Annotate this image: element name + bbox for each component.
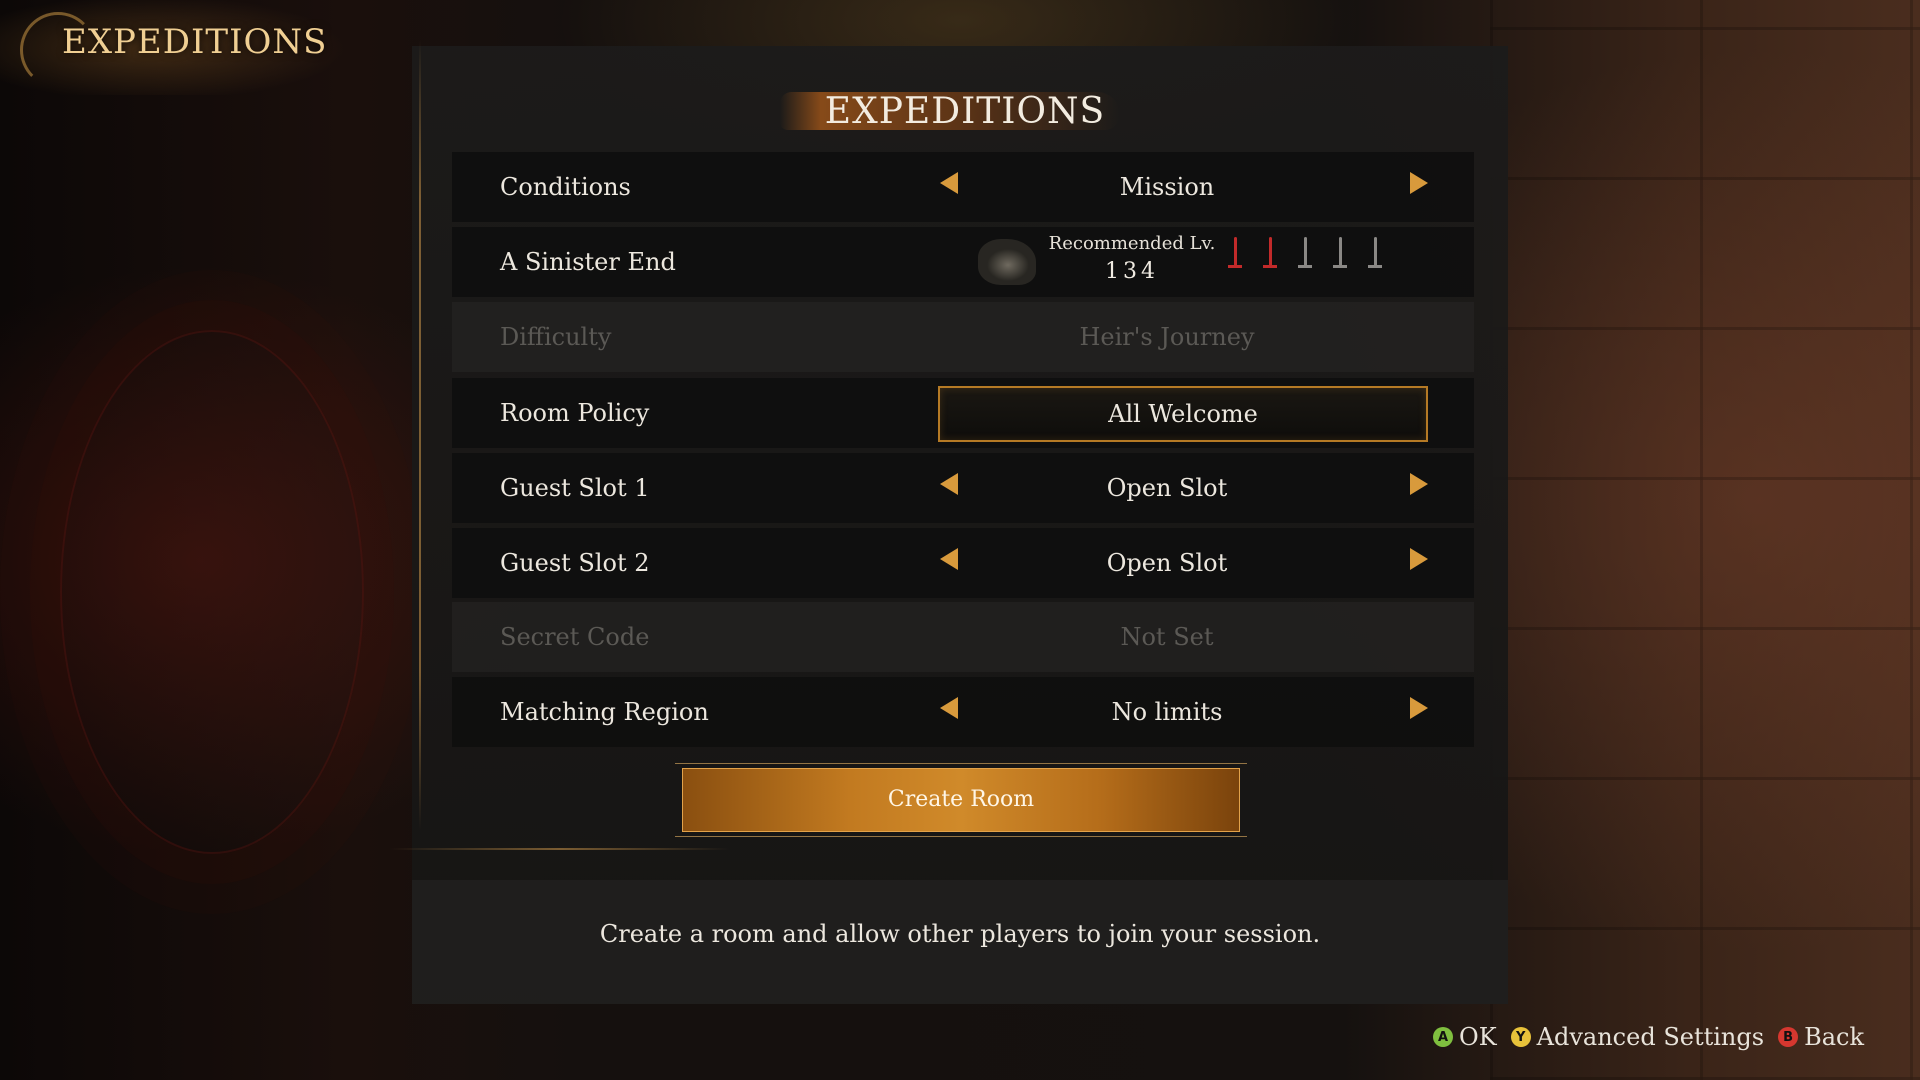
arrow-right-icon[interactable] bbox=[1410, 473, 1428, 495]
mission-icon bbox=[978, 239, 1036, 285]
matching-region-row[interactable]: Matching Region No limits bbox=[452, 677, 1474, 747]
a-button-icon: A bbox=[1433, 1027, 1454, 1047]
room-policy-row[interactable]: Room Policy All Welcome bbox=[452, 378, 1474, 448]
matching-region-label: Matching Region bbox=[500, 698, 709, 726]
guest-slot-2-row[interactable]: Guest Slot 2 Open Slot bbox=[452, 528, 1474, 598]
advanced-settings-label: Advanced Settings bbox=[1536, 1023, 1765, 1051]
back-label: Back bbox=[1804, 1023, 1864, 1051]
arrow-right-icon[interactable] bbox=[1410, 548, 1428, 570]
stone-wall-background bbox=[1490, 0, 1920, 1080]
conditions-label: Conditions bbox=[500, 173, 631, 201]
ok-label: OK bbox=[1459, 1023, 1497, 1051]
difficulty-label: Difficulty bbox=[500, 323, 612, 351]
back-hint[interactable]: B Back bbox=[1778, 1023, 1864, 1051]
recommended-level-value: 134 bbox=[1105, 259, 1159, 284]
room-policy-label: Room Policy bbox=[500, 399, 650, 427]
guest-slot-1-value: Open Slot bbox=[1106, 474, 1228, 502]
secret-code-row: Secret Code Not Set bbox=[452, 602, 1474, 672]
secret-code-value: Not Set bbox=[1120, 623, 1214, 651]
difficulty-sword-icon bbox=[1368, 237, 1382, 273]
button-hints: A OK Y Advanced Settings B Back bbox=[1433, 1020, 1864, 1054]
description-text: Create a room and allow other players to… bbox=[599, 920, 1321, 948]
panel-frame-line bbox=[390, 848, 730, 850]
arrow-right-icon[interactable] bbox=[1410, 697, 1428, 719]
advanced-settings-hint[interactable]: Y Advanced Settings bbox=[1510, 1023, 1765, 1051]
conditions-row[interactable]: Conditions Mission bbox=[452, 152, 1474, 222]
room-policy-select[interactable]: All Welcome bbox=[938, 386, 1428, 442]
recommended-level-label: Recommended Lv. bbox=[1048, 233, 1216, 254]
guest-slot-1-row[interactable]: Guest Slot 1 Open Slot bbox=[452, 453, 1474, 523]
arrow-right-icon[interactable] bbox=[1410, 172, 1428, 194]
room-policy-value: All Welcome bbox=[1108, 400, 1258, 428]
create-room-label: Create Room bbox=[887, 787, 1035, 812]
y-button-icon: Y bbox=[1510, 1027, 1531, 1047]
difficulty-sword-icon bbox=[1333, 237, 1347, 273]
guest-slot-2-label: Guest Slot 2 bbox=[500, 549, 650, 577]
difficulty-row: Difficulty Heir's Journey bbox=[452, 302, 1474, 372]
ok-hint[interactable]: A OK bbox=[1433, 1023, 1497, 1051]
mission-row[interactable]: A Sinister End Recommended Lv. 134 bbox=[452, 227, 1474, 297]
swirl-decoration bbox=[60, 330, 364, 854]
guest-slot-1-label: Guest Slot 1 bbox=[500, 474, 650, 502]
difficulty-value: Heir's Journey bbox=[1079, 323, 1255, 351]
mission-label: A Sinister End bbox=[500, 248, 676, 276]
difficulty-sword-icon bbox=[1263, 237, 1277, 273]
matching-region-value: No limits bbox=[1111, 698, 1223, 726]
screen-title: EXPEDITIONS bbox=[62, 22, 328, 62]
panel-title-area: EXPEDITIONS bbox=[780, 82, 1150, 142]
guest-slot-2-value: Open Slot bbox=[1106, 549, 1228, 577]
screen-header: EXPEDITIONS bbox=[0, 0, 420, 95]
difficulty-sword-icon bbox=[1228, 237, 1242, 273]
difficulty-sword-icon bbox=[1298, 237, 1312, 273]
create-room-button[interactable]: Create Room bbox=[675, 763, 1247, 837]
b-button-icon: B bbox=[1778, 1027, 1799, 1047]
conditions-value: Mission bbox=[1119, 173, 1215, 201]
panel-frame-line bbox=[419, 40, 421, 830]
panel-title: EXPEDITIONS bbox=[824, 91, 1106, 132]
secret-code-label: Secret Code bbox=[500, 623, 650, 651]
